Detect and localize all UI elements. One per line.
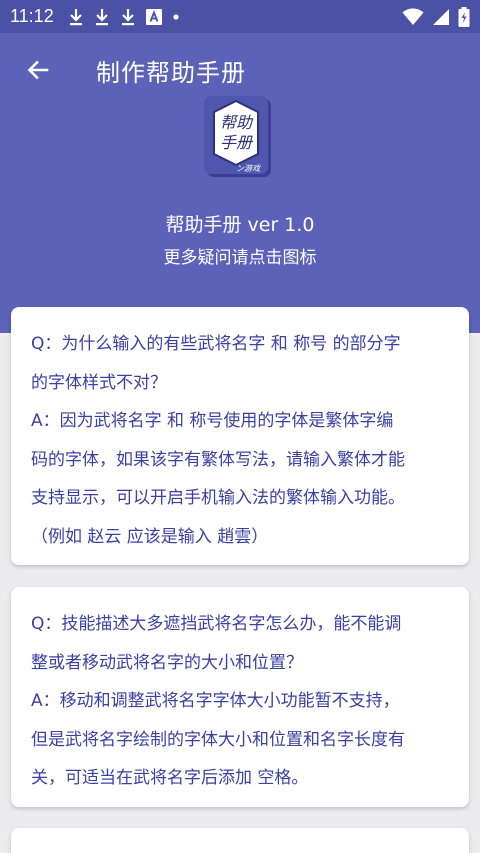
faq-line: 支持显示，可以开启手机输入法的繁体输入功能。 bbox=[31, 488, 405, 508]
faq-card: Q：为什么输入的有些武将名字 和 称号 的部分字 的字体样式不对？ A：因为武将… bbox=[11, 307, 469, 565]
icon-label-line2: 手册 bbox=[220, 133, 254, 152]
status-bar: 11:12 bbox=[0, 0, 480, 33]
notification-icons bbox=[68, 8, 180, 26]
faq-line: Q：技能描述大多遮挡武将名字怎么办，能不能调 bbox=[31, 614, 402, 634]
download-icon bbox=[95, 8, 108, 25]
status-time: 11:12 bbox=[10, 6, 54, 26]
help-manual-app-icon[interactable]: 帮助 手册 ン游戏 bbox=[204, 96, 274, 180]
system-icons bbox=[402, 6, 470, 27]
faq-card: Q：技能描述大多遮挡武将名字怎么办，能不能调 整或者移动武将名字的大小和位置？ … bbox=[11, 587, 469, 807]
faq-line: （例如 赵云 应该是输入 趙雲） bbox=[31, 526, 269, 547]
download-icon bbox=[121, 8, 134, 25]
battery-icon bbox=[458, 6, 470, 27]
download-icon bbox=[69, 8, 82, 25]
a-box-icon bbox=[145, 8, 162, 25]
icon-label-line1: 帮助 bbox=[220, 113, 254, 132]
faq-line: Q：为什么输入的有些武将名字 和 称号 的部分字 bbox=[31, 334, 401, 354]
faq-line: 关，可适当在武将名字后添加 空格。 bbox=[31, 768, 309, 788]
arrow-left-icon bbox=[27, 60, 49, 80]
dot-icon bbox=[173, 13, 179, 20]
faq-line: A：移动和调整武将名字字体大小功能暂不支持， bbox=[31, 691, 400, 711]
faq-line: 整或者移动武将名字的大小和位置？ bbox=[31, 652, 303, 673]
app-bar: 制作帮助手册 bbox=[0, 38, 480, 102]
icon-signature: ン游戏 bbox=[236, 164, 261, 173]
hint-label: 更多疑问请点击图标 bbox=[163, 248, 317, 268]
faq-line: 码的字体，如果该字有繁体写法，请输入繁体才能 bbox=[31, 449, 405, 470]
back-button[interactable] bbox=[18, 50, 58, 90]
faq-line: 但是武将名字绘制的字体大小和位置和名字长度有 bbox=[31, 729, 405, 750]
faq-line: A：因为武将名字 和 称号使用的字体是繁体字编 bbox=[31, 411, 394, 431]
faq-line: 的字体样式不对？ bbox=[31, 372, 167, 393]
faq-card-partial bbox=[11, 828, 469, 853]
page-title: 制作帮助手册 bbox=[96, 58, 246, 87]
version-label: 帮助手册 ver 1.0 bbox=[165, 214, 315, 236]
wifi-icon bbox=[402, 8, 424, 25]
signal-icon bbox=[433, 8, 449, 25]
